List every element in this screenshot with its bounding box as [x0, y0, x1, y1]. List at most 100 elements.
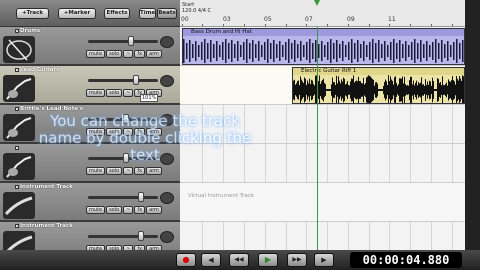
- track-name[interactable]: Drums: [20, 28, 40, 34]
- bar-number: 00: [181, 16, 189, 23]
- beats-button[interactable]: Beats: [157, 8, 177, 19]
- playhead-line[interactable]: [317, 27, 318, 250]
- drum-icon[interactable]: [3, 36, 35, 63]
- mute-button[interactable]: mute: [86, 206, 106, 214]
- mute-button[interactable]: mute: [86, 167, 106, 175]
- playhead-marker-icon[interactable]: [314, 0, 320, 6]
- vertical-scrollbar[interactable]: [465, 0, 480, 250]
- pan-knob[interactable]: [160, 153, 174, 165]
- bar-number: 05: [264, 16, 272, 23]
- solo-button[interactable]: solo: [106, 206, 123, 214]
- volume-slider[interactable]: [88, 192, 158, 202]
- bar-number: 11: [388, 16, 396, 23]
- lane-hint-text: Virtual Instrument Track: [188, 193, 255, 199]
- tempo-label: 120.0 4/4 C: [182, 8, 212, 14]
- pan-knob[interactable]: [160, 231, 174, 243]
- arm-button[interactable]: arm: [146, 128, 163, 136]
- guitar-waveform: [293, 75, 464, 103]
- solo-button[interactable]: solo: [106, 167, 123, 175]
- lane-drums[interactable]: Bass Drum and Hi Hat: [180, 27, 465, 66]
- track-enable-checkbox[interactable]: [15, 146, 19, 150]
- automation-icon[interactable]: ~: [123, 89, 134, 97]
- pan-knob[interactable]: [160, 114, 174, 126]
- solo-button[interactable]: solo: [106, 128, 123, 136]
- play-button[interactable]: ▶: [258, 253, 278, 267]
- volume-knob[interactable]: [128, 36, 134, 46]
- timeline-ruler[interactable]: Start 120.0 4/4 C 00 03 05 07 09 11: [180, 0, 465, 27]
- lane-track-4[interactable]: [180, 144, 465, 183]
- fx-button[interactable]: fx: [134, 50, 146, 58]
- volume-percent-label: 101%: [140, 94, 159, 102]
- audio-clip[interactable]: Bass Drum and Hi Hat: [182, 28, 465, 65]
- time-display: 00:00:04.880: [350, 252, 462, 268]
- track-name[interactable]: Lead Guitars: [20, 67, 59, 73]
- volume-slider[interactable]: [88, 153, 158, 163]
- automation-icon[interactable]: ~: [123, 128, 134, 136]
- keyboard-icon[interactable]: [3, 192, 35, 219]
- track-header[interactable]: Instrument Track mute solo ~ fx arm: [0, 183, 180, 222]
- lane-instrument-track[interactable]: Virtual Instrument Track: [180, 183, 465, 222]
- volume-slider[interactable]: [88, 36, 158, 46]
- arm-button[interactable]: arm: [146, 206, 163, 214]
- track-enable-checkbox[interactable]: [15, 29, 19, 33]
- track-name[interactable]: Instrument Track: [20, 223, 73, 229]
- add-track-button[interactable]: +Track: [16, 8, 49, 19]
- mute-button[interactable]: mute: [86, 89, 106, 97]
- lane-instrument-track-2[interactable]: [180, 222, 465, 250]
- track-name[interactable]: Instrument Track: [20, 184, 73, 190]
- volume-slider[interactable]: [88, 231, 158, 241]
- solo-button[interactable]: solo: [106, 89, 123, 97]
- volume-slider[interactable]: [88, 75, 158, 85]
- add-marker-button[interactable]: +Marker: [58, 8, 96, 19]
- track-enable-checkbox[interactable]: [15, 107, 19, 111]
- fast-forward-button[interactable]: ▶▶: [287, 253, 307, 267]
- transport-bar: ● ◀ ◀◀ ▶ ▶▶ ▶ 00:00:04.880: [0, 250, 480, 270]
- bar-number: 03: [223, 16, 231, 23]
- drum-waveform: [183, 39, 464, 63]
- automation-icon[interactable]: ~: [123, 167, 134, 175]
- volume-knob[interactable]: [138, 231, 144, 241]
- fx-button[interactable]: fx: [134, 128, 146, 136]
- arrange-area[interactable]: Bass Drum and Hi Hat Electric Guitar Rif…: [180, 27, 465, 250]
- mute-button[interactable]: mute: [86, 128, 106, 136]
- clip-title: Bass Drum and Hi Hat: [183, 29, 464, 36]
- track-name[interactable]: Brittle's Lead Note's: [20, 106, 83, 112]
- arm-button[interactable]: arm: [146, 50, 163, 58]
- go-to-end-button[interactable]: ▶: [314, 253, 334, 267]
- time-button[interactable]: Time: [139, 8, 156, 19]
- track-list: Drums mute solo ~ fx arm Lead Guitars mute solo ~…: [0, 27, 180, 261]
- toolbar: +Track +Marker Effects Time Beats: [0, 0, 180, 27]
- lane-lead-guitars[interactable]: Electric Guitar Riff 1: [180, 66, 465, 105]
- track-header[interactable]: mute solo ~ fx arm: [0, 144, 180, 183]
- automation-icon[interactable]: ~: [123, 50, 134, 58]
- volume-knob[interactable]: [123, 153, 129, 163]
- automation-icon[interactable]: ~: [123, 206, 134, 214]
- guitar-icon[interactable]: [3, 75, 35, 102]
- effects-button[interactable]: Effects: [104, 8, 130, 19]
- volume-knob[interactable]: [133, 75, 139, 85]
- pan-knob[interactable]: [160, 192, 174, 204]
- track-enable-checkbox[interactable]: [15, 224, 19, 228]
- volume-knob[interactable]: [123, 114, 129, 124]
- fx-button[interactable]: fx: [134, 167, 146, 175]
- fast-back-button[interactable]: ◀◀: [229, 253, 249, 267]
- fx-button[interactable]: fx: [134, 206, 146, 214]
- pan-knob[interactable]: [160, 36, 174, 48]
- clip-title: Electric Guitar Riff 1: [293, 68, 464, 75]
- guitar-icon[interactable]: [3, 153, 35, 180]
- track-header[interactable]: Drums mute solo ~ fx arm: [0, 27, 180, 66]
- arm-button[interactable]: arm: [146, 167, 163, 175]
- track-header[interactable]: Brittle's Lead Note's mute solo ~ fx arm: [0, 105, 180, 144]
- track-enable-checkbox[interactable]: [15, 185, 19, 189]
- mute-button[interactable]: mute: [86, 50, 106, 58]
- guitar-icon[interactable]: [3, 114, 35, 141]
- volume-slider[interactable]: [88, 114, 158, 124]
- lane-track-3[interactable]: [180, 105, 465, 144]
- bar-number: 07: [305, 16, 313, 23]
- track-enable-checkbox[interactable]: [15, 68, 19, 72]
- volume-knob[interactable]: [138, 192, 144, 202]
- pan-knob[interactable]: [160, 75, 174, 87]
- record-button[interactable]: ●: [176, 253, 196, 267]
- rewind-button[interactable]: ◀: [201, 253, 221, 267]
- solo-button[interactable]: solo: [106, 50, 123, 58]
